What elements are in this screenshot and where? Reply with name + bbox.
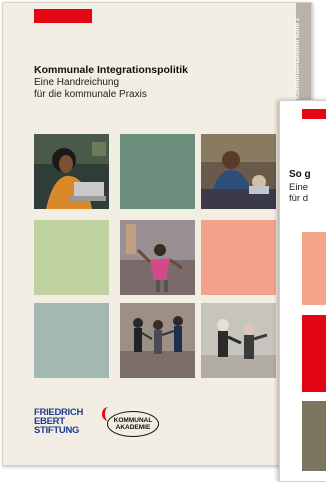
- spine-label: KommunalAkademie Band 1: [295, 17, 301, 99]
- front-cover-subtitle: Eine für d: [289, 182, 308, 204]
- front-cover-title: So g: [289, 169, 311, 180]
- front-red-tab: [302, 109, 326, 119]
- front-red-block: [302, 315, 326, 392]
- light-green-square: [34, 220, 109, 295]
- book-cover-back: KommunalAkademie Band 1 Kommunale Integr…: [2, 2, 312, 466]
- salmon-square: [201, 220, 276, 295]
- book-display: KommunalAkademie Band 1 Kommunale Integr…: [0, 0, 326, 482]
- front-photo-block: [302, 401, 326, 471]
- front-salmon-block: [302, 232, 326, 305]
- fes-logo-line-3: STIFTUNG: [34, 425, 80, 436]
- red-tab: [34, 9, 92, 23]
- front-subtitle-line-1: Eine: [289, 182, 309, 193]
- photo-girl-dancing: [120, 220, 195, 295]
- ka-logo-line-2: AKADEMIE: [115, 424, 151, 431]
- cover-subtitle-line-2: für die kommunale Praxis: [34, 88, 147, 100]
- cover-subtitle: Eine Handreichung für die kommunale Prax…: [34, 77, 147, 100]
- cover-subtitle-line-1: Eine Handreichung: [34, 77, 120, 88]
- friedrich-ebert-stiftung-logo: FRIEDRICH EBERT STIFTUNG: [34, 408, 94, 436]
- green-square: [120, 134, 195, 209]
- kommunal-akademie-logo: KOMMUNAL AKADEMIE: [107, 411, 159, 437]
- photo-man-table: [201, 134, 276, 209]
- book-cover-front: So g Eine für d: [279, 100, 326, 482]
- photo-woman-laptop: [34, 134, 109, 209]
- gray-square: [34, 303, 109, 378]
- front-subtitle-line-2: für d: [289, 193, 309, 204]
- photo-elderly-dance: [201, 303, 276, 378]
- cover-title: Kommunale Integrationspolitik: [34, 64, 189, 76]
- photo-dancers: [120, 303, 195, 378]
- ka-logo-line-1: KOMMUNAL: [113, 417, 153, 424]
